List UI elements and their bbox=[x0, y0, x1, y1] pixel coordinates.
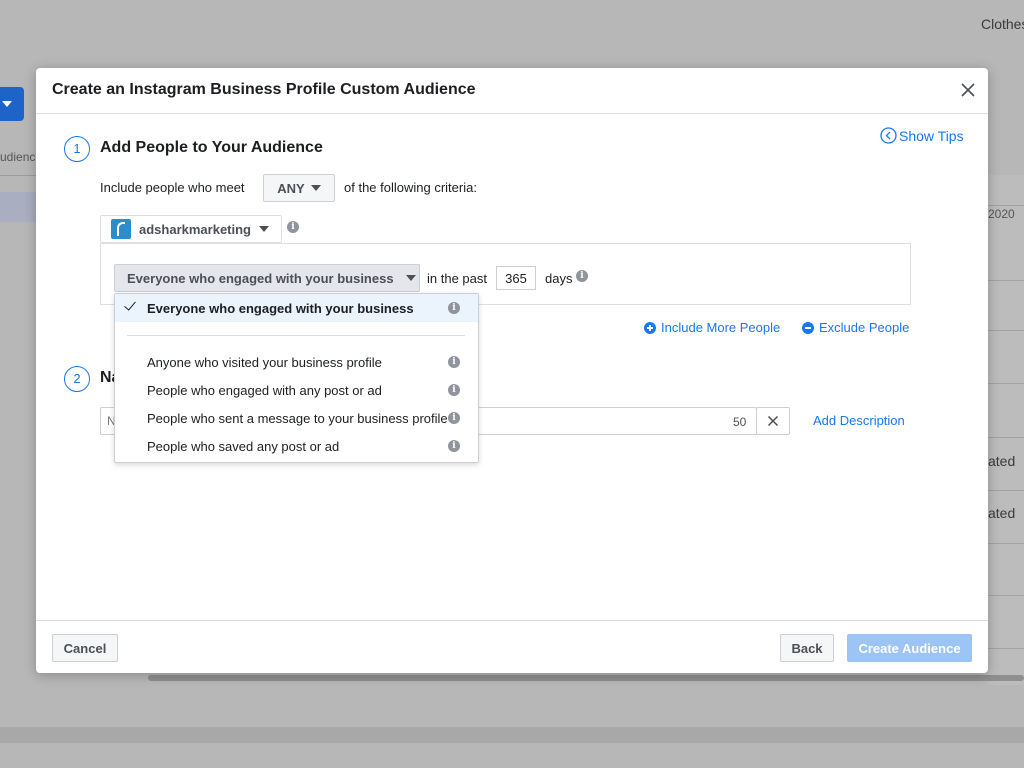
info-icon[interactable]: i bbox=[448, 440, 460, 452]
bg-row-divider bbox=[988, 330, 1024, 331]
in-the-past-label: in the past bbox=[427, 271, 487, 286]
bg-bottom-band bbox=[0, 727, 1024, 743]
close-button[interactable] bbox=[958, 80, 978, 100]
bg-row-divider bbox=[988, 383, 1024, 384]
cancel-button[interactable]: Cancel bbox=[52, 634, 118, 662]
close-icon bbox=[767, 415, 779, 427]
dropdown-option[interactable]: People who engaged with any post or ad i bbox=[115, 376, 478, 404]
account-select[interactable]: adsharkmarketing bbox=[100, 215, 282, 243]
dropdown-option[interactable]: Anyone who visited your business profile… bbox=[115, 348, 478, 376]
bg-row-divider bbox=[988, 543, 1024, 544]
bg-divider bbox=[0, 175, 36, 176]
info-icon[interactable]: i bbox=[576, 270, 588, 282]
retention-days-input[interactable] bbox=[496, 266, 536, 290]
dropdown-option-label: People who saved any post or ad bbox=[147, 439, 340, 454]
bg-row-divider bbox=[988, 595, 1024, 596]
chevron-left-circle-icon bbox=[880, 127, 897, 144]
step-2-number: 2 bbox=[64, 366, 90, 392]
add-description-link[interactable]: Add Description bbox=[813, 413, 905, 428]
caret-down-icon bbox=[259, 226, 269, 232]
close-icon bbox=[961, 83, 975, 97]
dropdown-option[interactable]: People who saved any post or ad i bbox=[115, 432, 478, 460]
include-more-people-link[interactable]: Include More People bbox=[644, 320, 780, 335]
bg-row-divider bbox=[988, 280, 1024, 281]
bg-row-divider bbox=[988, 437, 1024, 438]
bg-row-divider bbox=[988, 205, 1024, 206]
dropdown-option-label: Anyone who visited your business profile bbox=[147, 355, 382, 370]
exclude-people-link[interactable]: Exclude People bbox=[802, 320, 909, 335]
criteria-label: of the following criteria: bbox=[344, 180, 477, 195]
match-mode-value: ANY bbox=[277, 180, 305, 196]
event-dropdown-menu: Everyone who engaged with your business … bbox=[114, 293, 479, 463]
show-tips-label: Show Tips bbox=[899, 127, 964, 144]
dropdown-option[interactable]: People who sent a message to your busine… bbox=[115, 404, 478, 432]
days-label: days bbox=[545, 271, 573, 286]
dropdown-option-label: Everyone who engaged with your business bbox=[147, 301, 414, 316]
info-icon[interactable]: i bbox=[448, 356, 460, 368]
info-icon[interactable]: i bbox=[287, 221, 299, 233]
event-select[interactable]: Everyone who engaged with your business bbox=[114, 264, 420, 292]
bg-dropdown-button bbox=[0, 87, 24, 121]
bg-row-divider bbox=[988, 648, 1024, 649]
back-button[interactable]: Back bbox=[780, 634, 834, 662]
bg-table-column bbox=[988, 175, 1024, 685]
bg-date: 2020 bbox=[988, 207, 1015, 221]
dropdown-divider bbox=[127, 335, 465, 336]
checkmark-icon bbox=[124, 298, 136, 311]
modal-title: Create an Instagram Business Profile Cus… bbox=[52, 81, 476, 98]
account-avatar bbox=[111, 219, 131, 239]
include-more-label: Include More People bbox=[661, 320, 781, 335]
show-tips-link[interactable]: Show Tips bbox=[880, 127, 964, 144]
include-label: Include people who meet bbox=[100, 180, 245, 195]
event-select-value: Everyone who engaged with your business bbox=[127, 270, 394, 286]
plus-circle-icon bbox=[644, 321, 656, 334]
dropdown-option[interactable]: Everyone who engaged with your business … bbox=[115, 294, 478, 322]
bg-account-name: Clothes bbox=[981, 16, 1024, 32]
bg-scrollbar bbox=[148, 675, 1024, 681]
bg-status: ated bbox=[988, 505, 1016, 521]
exclude-label: Exclude People bbox=[819, 320, 910, 335]
caret-down-icon bbox=[310, 185, 321, 191]
bg-selected-row bbox=[0, 192, 36, 222]
modal-header: Create an Instagram Business Profile Cus… bbox=[36, 68, 988, 114]
custom-audience-modal: Create an Instagram Business Profile Cus… bbox=[36, 68, 988, 673]
modal-footer: Cancel Back Create Audience bbox=[36, 620, 988, 674]
match-mode-select[interactable]: ANY bbox=[263, 174, 335, 202]
bg-row-divider bbox=[988, 490, 1024, 491]
bg-status: ated bbox=[988, 453, 1016, 469]
info-icon[interactable]: i bbox=[448, 302, 460, 314]
character-count: 50 bbox=[733, 415, 747, 429]
info-icon[interactable]: i bbox=[448, 412, 460, 424]
step-1-number: 1 bbox=[64, 136, 90, 162]
clear-name-button[interactable] bbox=[756, 407, 790, 435]
dropdown-option-label: People who engaged with any post or ad bbox=[147, 383, 382, 398]
step-1-title: Add People to Your Audience bbox=[100, 139, 323, 156]
caret-down-icon bbox=[405, 275, 416, 281]
minus-circle-icon bbox=[802, 321, 814, 334]
dropdown-option-label: People who sent a message to your busine… bbox=[147, 411, 448, 426]
info-icon[interactable]: i bbox=[448, 384, 460, 396]
create-audience-button[interactable]: Create Audience bbox=[847, 634, 972, 662]
account-name: adsharkmarketing bbox=[139, 221, 251, 237]
